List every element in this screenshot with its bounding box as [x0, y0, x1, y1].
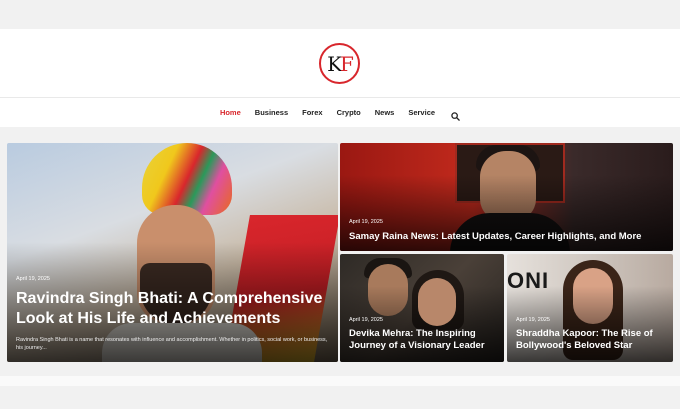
article-title[interactable]: Shraddha Kapoor: The Rise of Bollywood's…	[516, 328, 666, 352]
logo-letter-k: K	[327, 51, 342, 76]
article-title[interactable]: Devika Mehra: The Inspiring Journey of a…	[349, 328, 499, 352]
featured-article-top-right[interactable]: April 19, 2025 Samay Raina News: Latest …	[340, 143, 673, 251]
article-title[interactable]: Samay Raina News: Latest Updates, Career…	[349, 231, 669, 243]
featured-article-bottom-right[interactable]: ONI April 19, 2025 Shraddha Kapoor: The …	[507, 254, 673, 362]
search-icon[interactable]	[451, 108, 460, 121]
article-date: April 19, 2025	[349, 317, 383, 323]
nav-item-business[interactable]: Business	[255, 108, 288, 117]
article-excerpt: Ravindra Singh Bhati is a name that reso…	[16, 337, 328, 351]
article-date: April 19, 2025	[16, 276, 50, 282]
nav-item-news[interactable]: News	[375, 108, 395, 117]
article-date: April 19, 2025	[349, 219, 383, 225]
article-date: April 19, 2025	[516, 317, 550, 323]
nav-item-service[interactable]: Service	[408, 108, 435, 117]
page-section-strip	[0, 376, 680, 386]
nav-item-forex[interactable]: Forex	[302, 108, 322, 117]
article-image-face	[418, 278, 456, 326]
main-nav: Home Business Forex Crypto News Service	[0, 98, 680, 127]
site-header: KF Home Business Forex Crypto News Servi…	[0, 29, 680, 127]
logo-letter-f: F	[340, 51, 354, 76]
featured-article-main[interactable]: April 19, 2025 Ravindra Singh Bhati: A C…	[7, 143, 338, 362]
featured-article-bottom-left[interactable]: April 19, 2025 Devika Mehra: The Inspiri…	[340, 254, 504, 362]
article-title[interactable]: Ravindra Singh Bhati: A Comprehensive Lo…	[16, 289, 326, 329]
nav-item-home[interactable]: Home	[220, 108, 241, 117]
nav-item-crypto[interactable]: Crypto	[337, 108, 361, 117]
site-logo[interactable]: KF	[319, 43, 360, 84]
article-image-turban	[142, 143, 232, 215]
